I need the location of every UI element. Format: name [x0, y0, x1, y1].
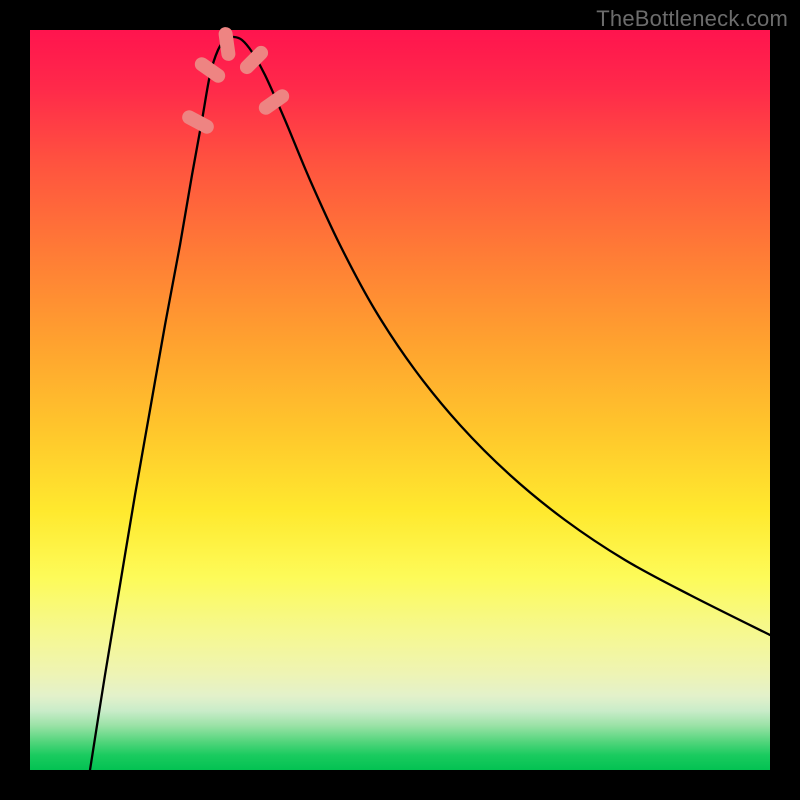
marker-5: [256, 87, 292, 118]
marker-4: [237, 43, 271, 77]
curve-markers: [180, 26, 292, 136]
chart-frame: TheBottleneck.com: [0, 0, 800, 800]
marker-3: [218, 26, 237, 62]
chart-svg: [30, 30, 770, 770]
marker-2: [192, 55, 228, 86]
chart-plot-area: [30, 30, 770, 770]
marker-1: [180, 108, 217, 136]
bottleneck-curve: [90, 37, 770, 770]
watermark-text: TheBottleneck.com: [596, 6, 788, 32]
